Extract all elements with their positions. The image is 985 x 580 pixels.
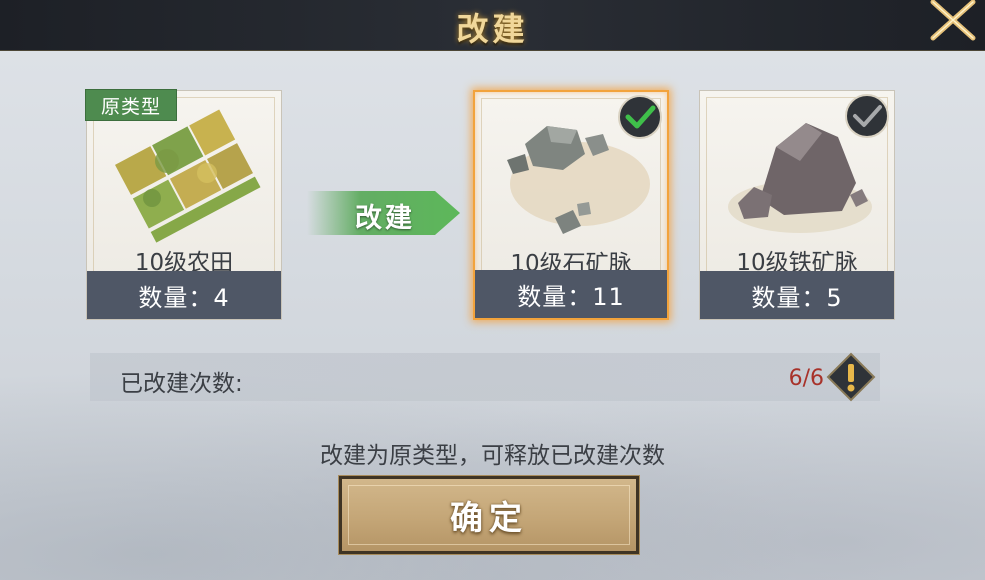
close-icon[interactable] — [925, 0, 981, 42]
option-card-stone-vein[interactable]: 10级石矿脉 数量：11 — [473, 90, 669, 320]
hint-text: 改建为原类型，可释放已改建次数 — [320, 443, 665, 469]
original-type-card: 原类型 10级农田 数量：4 — [85, 89, 282, 320]
confirm-button-label: 确定 — [450, 498, 528, 537]
selected-check-icon[interactable] — [617, 94, 663, 140]
unselected-check-icon[interactable] — [844, 93, 890, 139]
confirm-button[interactable]: 确定 — [338, 475, 640, 555]
rebuild-arrow-label: 改建 — [355, 203, 415, 234]
option-quantity: 数量：5 — [700, 271, 894, 319]
rebuild-count-value: 6/6 — [788, 366, 824, 391]
warning-info-icon[interactable] — [826, 352, 876, 402]
farmland-image — [115, 109, 261, 243]
rebuild-count-label: 已改建次数: — [120, 371, 243, 397]
dialog-title: 改建 — [456, 10, 529, 48]
original-type-tag: 原类型 — [85, 89, 177, 121]
dialog-header: 改建 — [0, 0, 985, 51]
original-quantity: 数量：4 — [87, 271, 281, 319]
option-card-iron-vein[interactable]: 10级铁矿脉 数量：5 — [699, 90, 895, 320]
option-quantity: 数量：11 — [475, 270, 667, 318]
